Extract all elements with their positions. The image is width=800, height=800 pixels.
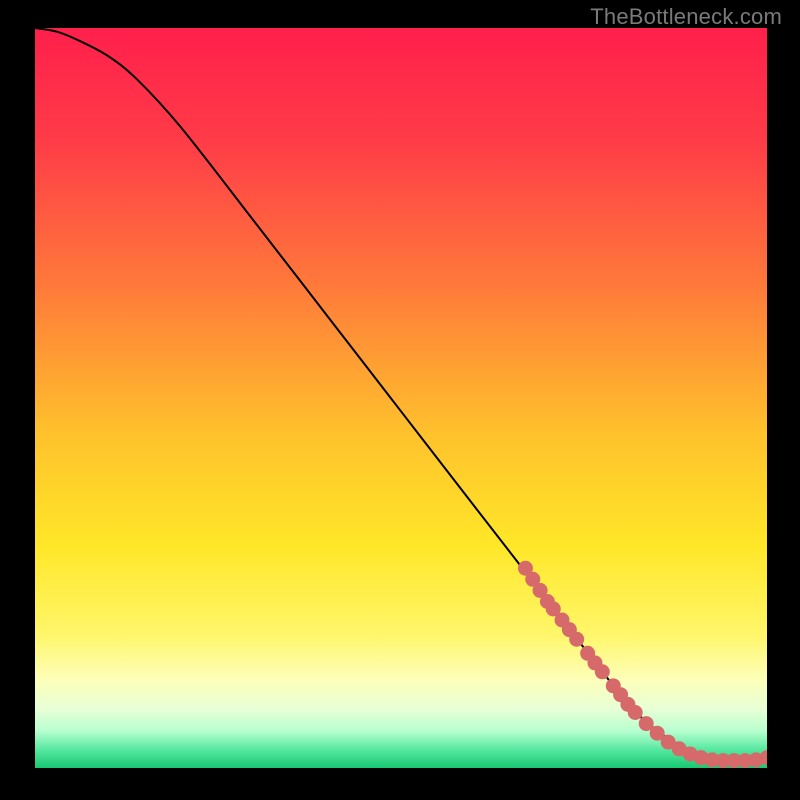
watermark-text: TheBottleneck.com [590, 4, 782, 30]
chart-svg [35, 28, 767, 768]
sample-point [569, 632, 584, 647]
plot-area [35, 28, 767, 768]
sample-point [628, 705, 643, 720]
gradient-background [35, 28, 767, 768]
chart-frame: TheBottleneck.com [0, 0, 800, 800]
sample-point [595, 664, 610, 679]
